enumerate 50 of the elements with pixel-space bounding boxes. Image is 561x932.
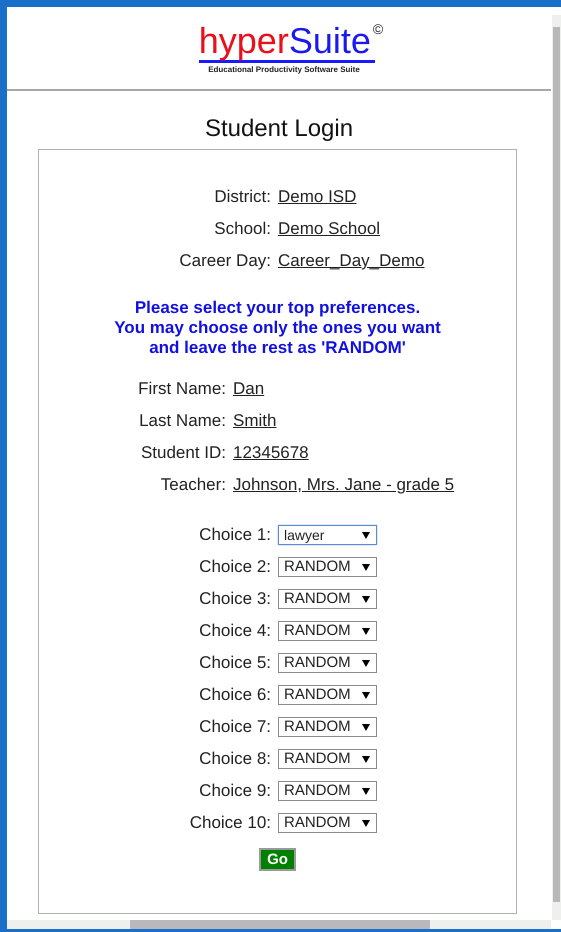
choice-label: Choice 4: (198, 620, 271, 642)
caret-icon (362, 564, 370, 570)
caret-icon (362, 596, 370, 602)
horizontal-scrollbar[interactable] (7, 920, 551, 929)
choice-dropdown[interactable]: RANDOM (278, 685, 377, 705)
choice-label: Choice 7: (198, 716, 271, 738)
field-value: Career_Day_Demo (278, 250, 424, 272)
field-value: Demo ISD (278, 186, 356, 208)
field-label: Last Name: (138, 410, 226, 432)
field-label: District: (213, 186, 271, 208)
field-label: First Name: (137, 378, 226, 400)
go-button[interactable]: Go (259, 848, 296, 871)
choice-dropdown[interactable]: RANDOM (278, 653, 377, 673)
choice-label: Choice 5: (198, 652, 271, 674)
choice-dropdown[interactable]: RANDOM (278, 781, 377, 801)
choice-label: Choice 1: (198, 524, 271, 546)
hypersuite-logo: hyperSuite© Educational Productivity Software Suite (198, 22, 384, 74)
choice-label: Choice 2: (198, 556, 271, 578)
caret-icon (362, 628, 370, 634)
caret-icon (362, 724, 370, 730)
choice-label: Choice 8: (198, 748, 271, 770)
field-value: Johnson, Mrs. Jane - grade 5 (233, 474, 454, 496)
choice-label: Choice 6: (198, 684, 271, 706)
choice-label: Choice 10: (188, 812, 271, 834)
page-title: Student Login (204, 115, 354, 143)
choice-dropdown[interactable]: RANDOM (278, 813, 377, 833)
caret-icon (362, 532, 370, 538)
field-value: 12345678 (233, 442, 309, 464)
field-value: Demo School (278, 218, 380, 240)
choice-dropdown[interactable]: RANDOM (278, 749, 377, 769)
caret-icon (362, 692, 370, 698)
field-label: School: (213, 218, 271, 240)
instructions-text: Please select your top preferences. You may choose only the ones you want and leave the rest as 'RANDOM' (113, 298, 442, 358)
field-label: Student ID: (140, 442, 226, 464)
caret-icon (362, 756, 370, 762)
caret-icon (362, 820, 370, 826)
choice-label: Choice 9: (198, 780, 271, 802)
choice-dropdown[interactable]: RANDOM (278, 557, 377, 577)
choice-dropdown[interactable]: RANDOM (278, 717, 377, 737)
field-value: Smith (233, 410, 276, 432)
choice-dropdown[interactable]: lawyer (278, 525, 377, 545)
field-label: Career Day: (178, 250, 271, 272)
vertical-scrollbar[interactable] (552, 15, 561, 920)
choice-label: Choice 3: (198, 588, 271, 610)
choice-dropdown[interactable]: RANDOM (278, 589, 377, 609)
field-label: Teacher: (160, 474, 226, 496)
choice-dropdown[interactable]: RANDOM (278, 621, 377, 641)
caret-icon (362, 660, 370, 666)
caret-icon (362, 788, 370, 794)
field-value: Dan (233, 378, 264, 400)
